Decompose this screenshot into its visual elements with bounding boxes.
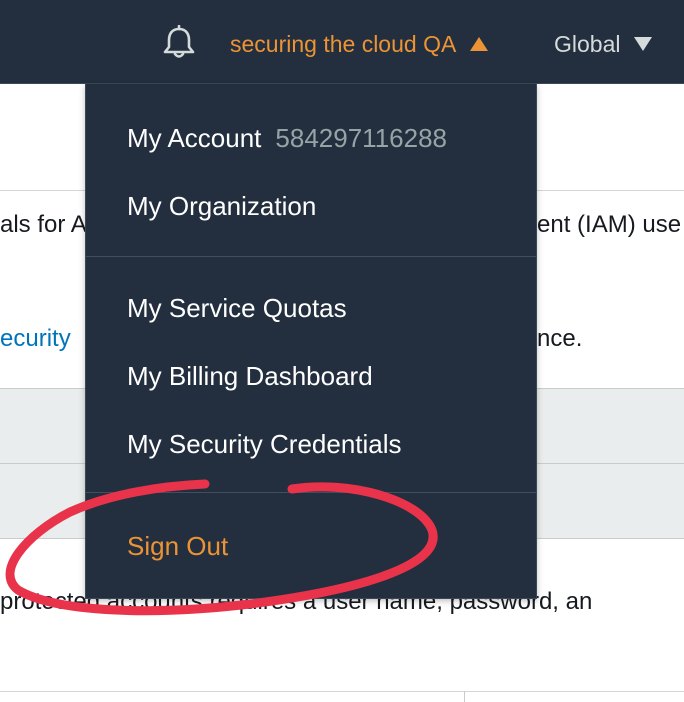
account-id: 584297116288 <box>275 123 447 153</box>
background-text-left: als for A <box>0 211 87 238</box>
region-label: Global <box>554 30 621 57</box>
table-top-border <box>0 691 684 692</box>
menu-divider <box>86 256 536 257</box>
region-selector[interactable]: Global <box>554 26 653 62</box>
account-menu-toggle[interactable]: securing the cloud QA <box>230 26 489 62</box>
bell-icon[interactable] <box>162 24 196 61</box>
background-text-right: ent (IAM) use <box>537 211 682 238</box>
account-name: securing the cloud QA <box>230 30 457 57</box>
menu-item-my-account[interactable]: My Account 584297116288 <box>127 122 447 154</box>
menu-item-label: My Account <box>127 123 262 153</box>
menu-item-my-organization[interactable]: My Organization <box>127 190 316 222</box>
table-column-divider <box>464 691 465 702</box>
menu-item-my-billing-dashboard[interactable]: My Billing Dashboard <box>127 360 373 392</box>
menu-item-my-service-quotas[interactable]: My Service Quotas <box>127 292 347 324</box>
sign-out-button[interactable]: Sign Out <box>127 530 228 562</box>
account-dropdown-menu: My Account 584297116288 My Organization M… <box>85 84 537 599</box>
menu-item-my-security-credentials[interactable]: My Security Credentials <box>127 428 402 460</box>
caret-up-icon <box>470 37 489 51</box>
menu-divider <box>86 492 536 493</box>
background-text-right-2: nce. <box>537 325 583 352</box>
top-nav-bar: securing the cloud QA Global <box>0 0 684 84</box>
caret-down-icon <box>634 37 653 51</box>
security-link[interactable]: ecurity <box>0 325 71 353</box>
